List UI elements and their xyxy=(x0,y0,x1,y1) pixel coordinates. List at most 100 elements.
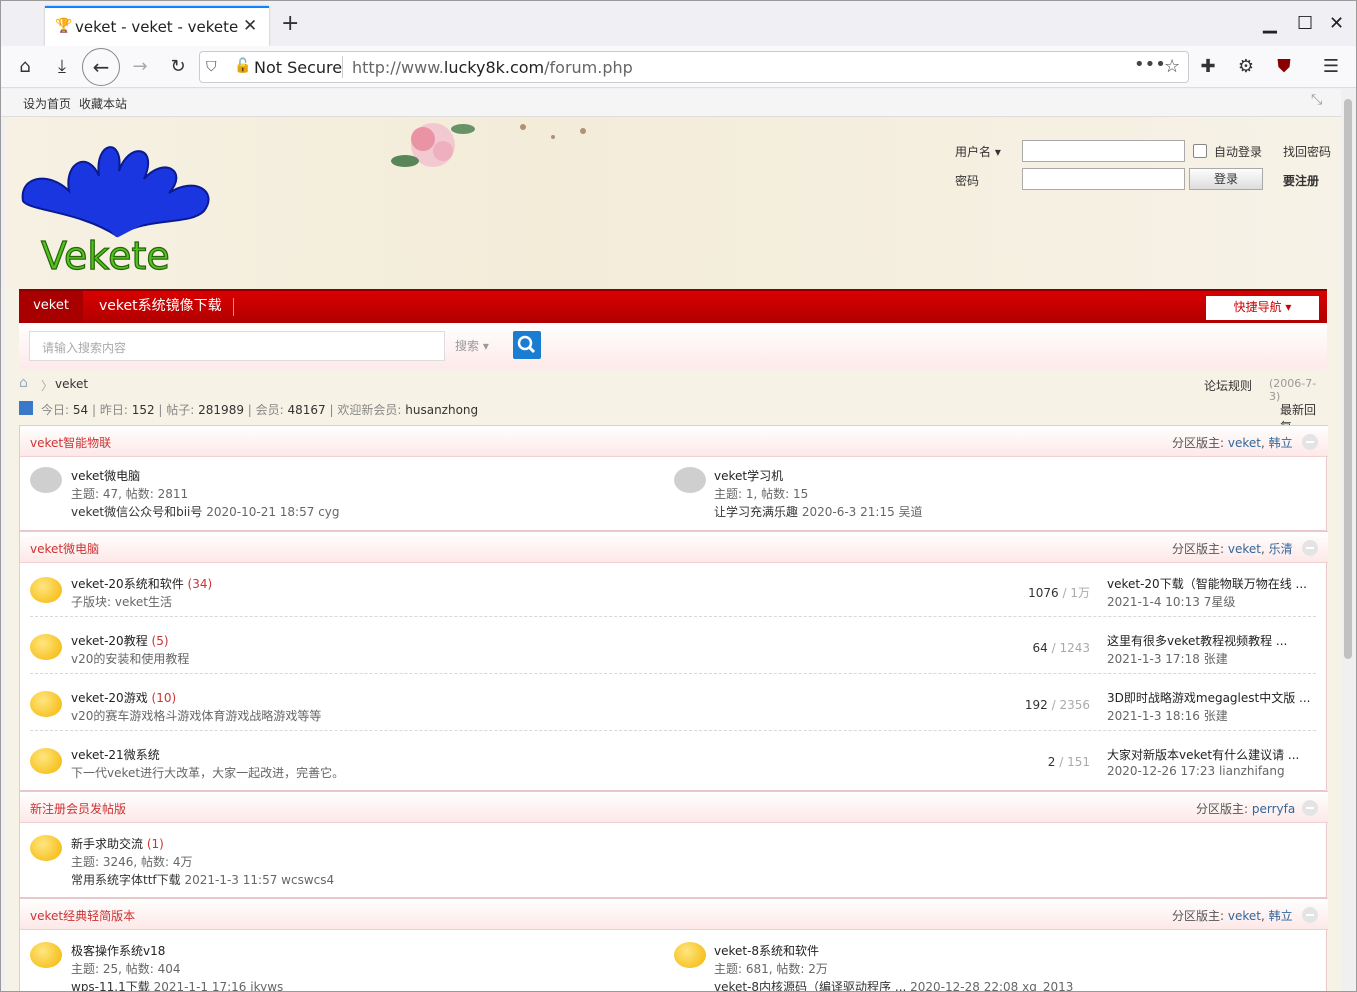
address-bar[interactable]: ⛉ 🔓 Not Secure http://www.lucky8k.com/fo… xyxy=(199,51,1189,83)
forum-name-link[interactable]: veket-20系统和软件 (34) xyxy=(71,575,212,592)
search-input[interactable]: 请输入搜索内容 搜索 ▾ xyxy=(29,331,489,361)
breadcrumb-separator: 〉 xyxy=(41,379,54,393)
last-post-link[interactable]: veket微信公众号和bii号 xyxy=(71,505,202,519)
forum-name-link[interactable]: veket-21微系统 xyxy=(71,746,160,763)
section-header[interactable]: 新注册会员发帖版 分区版主: perryfa xyxy=(20,791,1328,823)
forum-name-link[interactable]: veket-8系统和软件 xyxy=(714,942,819,959)
minimize-button[interactable]: ▁ xyxy=(1263,13,1277,34)
forum-name-link[interactable]: veket微电脑 xyxy=(71,467,140,484)
moderator-link[interactable]: veket xyxy=(1228,909,1261,923)
row-divider xyxy=(30,673,1316,674)
home-icon[interactable]: ⌂ xyxy=(19,375,28,391)
forum-name-link[interactable]: veket-20教程 (5) xyxy=(71,632,169,649)
favorite-link[interactable]: 收藏本站 xyxy=(79,95,127,112)
forum-name-link[interactable]: 极客操作系统v18 xyxy=(71,942,165,959)
favicon-icon: 🏆 xyxy=(55,18,73,34)
register-link[interactable]: 要注册 xyxy=(1283,172,1319,189)
forward-button[interactable]: → xyxy=(128,56,152,77)
section-header[interactable]: veket微电脑 分区版主: veket, 乐清 xyxy=(20,531,1328,563)
forum-icon xyxy=(30,691,62,717)
scrollbar-thumb[interactable] xyxy=(1344,99,1352,659)
moderator-link[interactable]: 韩立 xyxy=(1269,909,1293,923)
tab-title: veket - veket - vekete xyxy=(75,18,239,36)
section-header[interactable]: veket经典轻简版本 分区版主: veket, 韩立 xyxy=(20,898,1328,930)
forum-icon xyxy=(674,942,706,968)
collapse-icon[interactable]: ⤡ xyxy=(1311,92,1322,108)
search-button[interactable] xyxy=(513,331,541,359)
site-logo[interactable]: Vekete xyxy=(19,131,215,281)
ublock-icon[interactable]: ⛊ xyxy=(1272,56,1296,77)
extensions-icon[interactable]: ✚ xyxy=(1196,56,1220,77)
set-home-link[interactable]: 设为首页 xyxy=(23,95,71,112)
last-post-link[interactable]: wps-11.1下载 xyxy=(71,980,150,991)
menu-hamburger-icon[interactable]: ☰ xyxy=(1319,56,1343,77)
collapse-icon[interactable] xyxy=(1302,800,1318,816)
forum-stats: 主题: 47, 帖数: 2811 xyxy=(71,487,189,501)
forum-icon xyxy=(30,467,62,493)
forum-name-link[interactable]: veket学习机 xyxy=(714,467,783,484)
section-title[interactable]: veket经典轻简版本 xyxy=(30,907,135,924)
url-text[interactable]: http://www.lucky8k.com/forum.php xyxy=(352,58,633,77)
forum-stats: 主题: 25, 帖数: 404 xyxy=(71,962,181,976)
search-type-select[interactable]: 搜索 ▾ xyxy=(444,332,506,360)
forum-description: v20的安装和使用教程 xyxy=(71,652,190,666)
moderator-link[interactable]: veket xyxy=(1228,542,1261,556)
reload-button[interactable]: ↻ xyxy=(166,56,190,77)
bookmark-bar: 设为首页 收藏本站 ⤡ xyxy=(1,89,1341,117)
last-post-link[interactable]: 这里有很多veket教程视频教程 ... xyxy=(1107,632,1287,649)
auto-login-label[interactable]: 自动登录 xyxy=(1214,143,1262,160)
forum-name-link[interactable]: veket-20游戏 (10) xyxy=(71,689,176,706)
shield-icon[interactable]: ⛉ xyxy=(206,59,217,75)
insecure-lock-icon[interactable]: 🔓 xyxy=(234,58,251,74)
browser-tab[interactable]: 🏆 veket - veket - vekete ✕ xyxy=(45,6,269,46)
page-actions-icon[interactable]: ••• xyxy=(1134,54,1166,75)
newest-member-link[interactable]: husanzhong xyxy=(405,403,478,417)
auto-login-checkbox[interactable] xyxy=(1193,144,1207,158)
home-icon[interactable]: ⌂ xyxy=(13,56,37,77)
back-button[interactable]: ← xyxy=(82,48,120,86)
section-title[interactable]: 新注册会员发帖版 xyxy=(30,800,126,817)
moderator-link[interactable]: perryfa xyxy=(1252,802,1295,816)
collapse-icon[interactable] xyxy=(1302,540,1318,556)
forum-stats: 主题: 1, 帖数: 15 xyxy=(714,487,809,501)
main-menu: veket veket系统镜像下载 快捷导航 ▾ xyxy=(19,289,1327,323)
section-header[interactable]: veket智能物联 分区版主: veket, 韩立 xyxy=(20,425,1328,457)
forum-stats: 主题: 681, 帖数: 2万 xyxy=(714,962,828,976)
quick-nav-button[interactable]: 快捷导航 ▾ xyxy=(1206,296,1319,320)
close-tab-icon[interactable]: ✕ xyxy=(243,16,257,36)
login-button[interactable]: 登录 xyxy=(1189,168,1263,190)
collapse-icon[interactable] xyxy=(1302,434,1318,450)
last-post-link[interactable]: 让学习充满乐趣 xyxy=(714,505,798,519)
maximize-button[interactable]: ☐ xyxy=(1297,13,1313,34)
last-post-link[interactable]: 大家对新版本veket有什么建议请 ... xyxy=(1107,746,1299,763)
section-title[interactable]: veket智能物联 xyxy=(30,434,111,451)
forum-name-link[interactable]: 新手求助交流 (1) xyxy=(71,835,164,852)
search-bar: 请输入搜索内容 搜索 ▾ xyxy=(19,323,1327,369)
section-smart-iot: veket智能物联 分区版主: veket, 韩立 veket微电脑 主题: 4… xyxy=(19,425,1328,531)
section-new-members: 新注册会员发帖版 分区版主: perryfa 新手求助交流 (1) 主题: 32… xyxy=(19,791,1328,898)
last-post-link[interactable]: 3D即时战略游戏megaglest中文版 ... xyxy=(1107,689,1310,706)
section-title[interactable]: veket微电脑 xyxy=(30,540,99,557)
moderator-link[interactable]: 乐清 xyxy=(1269,542,1293,556)
breadcrumb-item[interactable]: veket xyxy=(55,377,88,391)
last-post-link[interactable]: 常用系统字体ttf下载 xyxy=(71,873,181,887)
menu-item-download[interactable]: veket系统镜像下载 xyxy=(99,291,222,323)
forum-rules-link[interactable]: 论坛规则 xyxy=(1204,377,1252,394)
vertical-scrollbar[interactable] xyxy=(1341,89,1356,991)
last-post: 常用系统字体ttf下载 2021-1-3 11:57 wcswcs4 xyxy=(71,873,335,887)
password-input[interactable] xyxy=(1022,168,1185,190)
last-post-link[interactable]: veket-8内核源码（编译驱动程序 ... xyxy=(714,980,906,991)
menu-item-veket[interactable]: veket xyxy=(19,291,83,323)
bookmark-star-icon[interactable]: ☆ xyxy=(1164,56,1180,77)
moderator-link[interactable]: veket xyxy=(1228,436,1261,450)
forum-icon xyxy=(30,835,62,861)
moderator-link[interactable]: 韩立 xyxy=(1269,436,1293,450)
download-icon[interactable]: ⤓ xyxy=(50,56,74,77)
forgot-password-link[interactable]: 找回密码 xyxy=(1283,143,1331,160)
new-tab-button[interactable]: + xyxy=(281,11,299,36)
settings-gear-icon[interactable]: ⚙ xyxy=(1234,56,1258,77)
collapse-icon[interactable] xyxy=(1302,907,1318,923)
username-input[interactable] xyxy=(1022,140,1185,162)
close-window-button[interactable]: ✕ xyxy=(1329,13,1344,34)
last-post-link[interactable]: veket-20下载（智能物联万物在线 ... xyxy=(1107,575,1307,592)
